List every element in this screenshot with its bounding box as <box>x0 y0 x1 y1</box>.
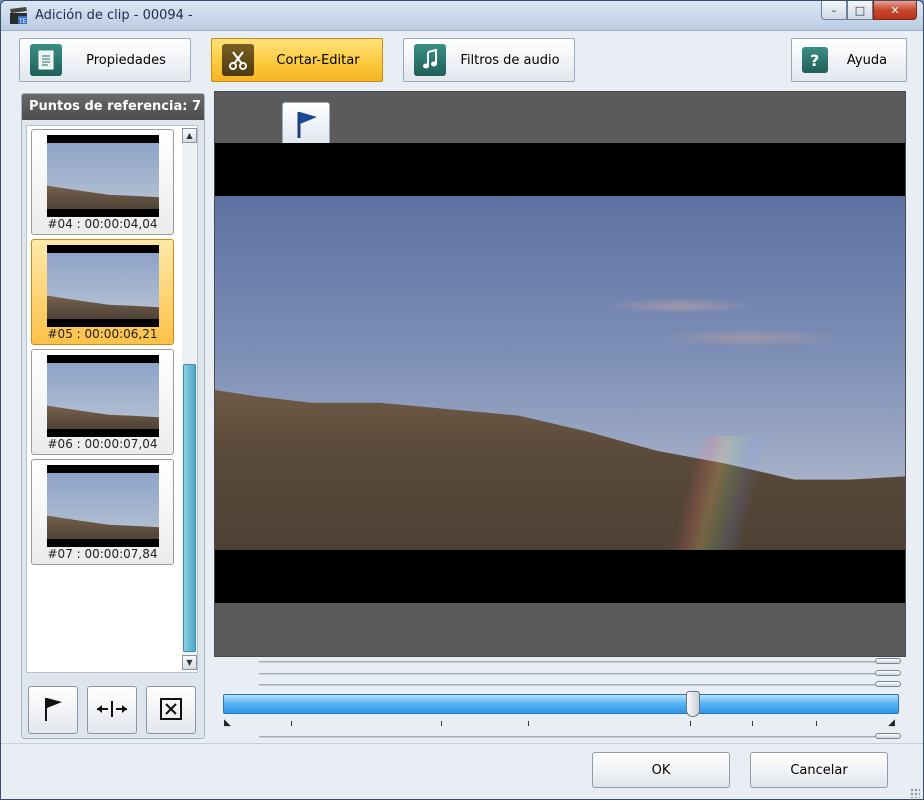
window-title: Adición de clip - 00094 - <box>35 8 193 23</box>
list-item[interactable]: #05 : 00:00:06,21 <box>31 239 174 345</box>
clapperboard-icon: TE <box>9 7 29 25</box>
thumbnail-caption: #06 : 00:00:07,04 <box>47 437 158 451</box>
video-frame <box>215 143 905 603</box>
music-note-icon <box>414 44 446 76</box>
slider-track <box>259 661 885 663</box>
tab-label: Propiedades <box>86 52 166 68</box>
svg-text:?: ? <box>810 51 819 69</box>
slider-handle[interactable] <box>875 670 901 676</box>
slider-track <box>259 673 885 675</box>
clip-window: TE Adición de clip - 00094 - – □ ✕ Propi… <box>0 0 924 800</box>
scissors-icon <box>222 44 254 76</box>
tab-propiedades[interactable]: Propiedades <box>19 38 191 82</box>
thumbnail-caption: #07 : 00:00:07,84 <box>47 547 158 561</box>
help-button[interactable]: ? Ayuda <box>791 38 907 82</box>
thumbnail-image <box>47 355 159 437</box>
maximize-button[interactable]: □ <box>847 1 873 20</box>
reference-points-panel: Puntos de referencia: 7 #04 : 00:00:04,0… <box>21 93 205 739</box>
reference-points-list[interactable]: #04 : 00:00:04,04 #05 : 00:00:06,21 #06 … <box>26 125 198 673</box>
add-marker-button[interactable] <box>28 686 78 734</box>
vertical-scrollbar[interactable]: ▲ ▼ <box>182 128 197 670</box>
help-label: Ayuda <box>846 52 888 68</box>
split-button[interactable] <box>87 686 137 734</box>
svg-text:TE: TE <box>18 18 27 25</box>
tab-filtros-audio[interactable]: Filtros de audio <box>403 38 575 82</box>
timeline-end-marker: ◢ <box>888 718 895 728</box>
flag-icon <box>40 695 66 726</box>
split-arrows-icon <box>95 699 129 722</box>
timeline-playhead[interactable] <box>685 691 700 717</box>
ok-button[interactable]: OK <box>592 752 730 788</box>
tab-label: Cortar-Editar <box>276 52 360 68</box>
thumbnail-image <box>47 465 159 547</box>
dialog-footer: OK Cancelar <box>1 743 923 799</box>
tab-cortar-editar[interactable]: Cortar-Editar <box>211 38 383 82</box>
marker-flag-button[interactable] <box>282 102 330 148</box>
scroll-down-button[interactable]: ▼ <box>182 655 197 670</box>
question-icon: ? <box>802 47 828 73</box>
delete-marker-button[interactable] <box>146 686 196 734</box>
resize-grip[interactable] <box>910 788 920 798</box>
slider-track <box>259 684 885 686</box>
timeline-tick <box>441 721 442 726</box>
video-preview[interactable] <box>214 91 906 657</box>
list-item[interactable]: #04 : 00:00:04,04 <box>31 129 174 235</box>
timeline-tick <box>291 721 292 726</box>
timeline-bar[interactable] <box>223 694 899 714</box>
list-item[interactable]: #07 : 00:00:07,84 <box>31 459 174 565</box>
title-bar[interactable]: TE Adición de clip - 00094 - – □ ✕ <box>1 1 923 31</box>
timeline-tick <box>528 721 529 726</box>
thumbnail-image <box>47 245 159 327</box>
slider-handle[interactable] <box>875 733 901 739</box>
minimize-button[interactable]: – <box>821 1 847 20</box>
cancel-button[interactable]: Cancelar <box>750 752 888 788</box>
delete-box-icon <box>158 696 184 725</box>
thumbnail-image <box>47 135 159 217</box>
slider-handle[interactable] <box>875 681 901 687</box>
tab-label: Filtros de audio <box>460 52 560 68</box>
timeline-tick <box>752 721 753 726</box>
tab-bar: Propiedades Cortar-Editar Filtros de aud… <box>1 32 923 90</box>
close-button[interactable]: ✕ <box>873 1 917 20</box>
scroll-thumb[interactable] <box>183 364 196 652</box>
slider-track <box>259 736 885 738</box>
timeline-tick <box>816 721 817 726</box>
document-icon <box>30 44 62 76</box>
timeline-start-marker: ◣ <box>224 718 231 728</box>
slider-handle[interactable] <box>875 658 901 664</box>
timeline-tick <box>690 721 691 726</box>
thumbnail-caption: #04 : 00:00:04,04 <box>47 217 158 231</box>
thumbnail-caption: #05 : 00:00:06,21 <box>47 327 158 341</box>
list-item[interactable]: #06 : 00:00:07,04 <box>31 349 174 455</box>
reference-points-header: Puntos de referencia: 7 <box>22 94 204 120</box>
scroll-up-button[interactable]: ▲ <box>182 128 197 143</box>
video-image <box>215 196 905 550</box>
flag-icon <box>291 108 321 143</box>
